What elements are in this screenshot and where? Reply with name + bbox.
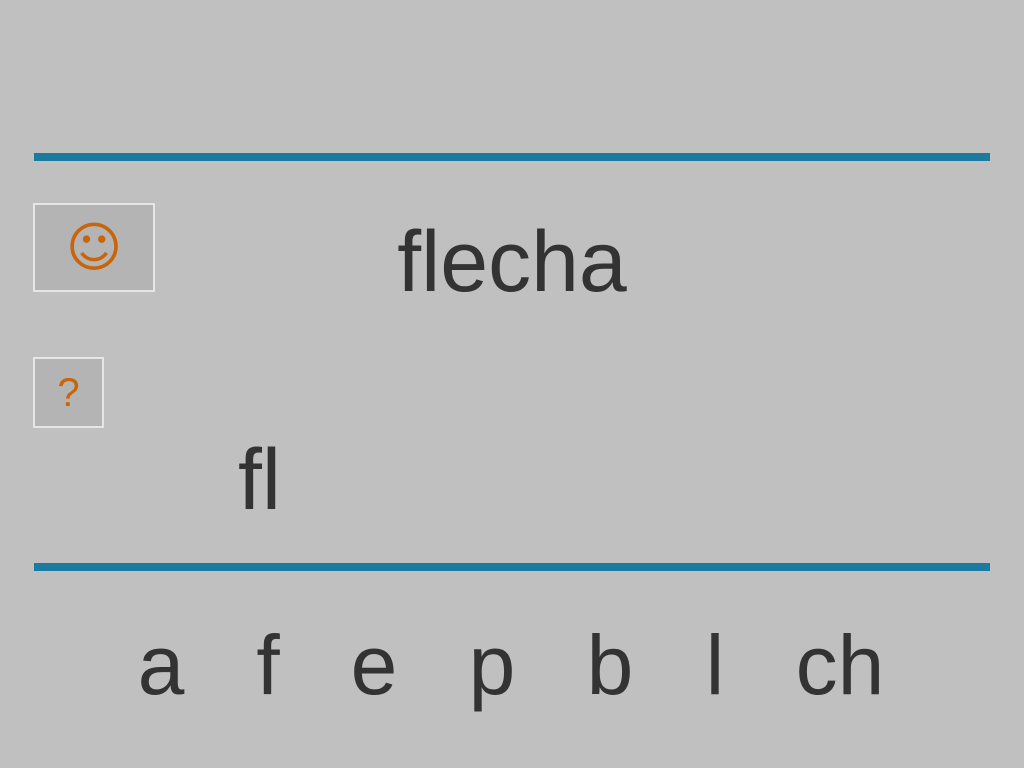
letter-tile-l[interactable]: l [655, 615, 775, 715]
letter-tile-a[interactable]: a [101, 615, 221, 715]
top-divider [34, 153, 990, 161]
letter-tile-ch[interactable]: ch [780, 615, 900, 715]
answer-text: fl [238, 432, 281, 528]
target-word: flecha [397, 214, 627, 310]
help-button[interactable]: ? [33, 357, 104, 428]
letter-tile-b[interactable]: b [550, 615, 670, 715]
question-mark-icon: ? [57, 370, 80, 415]
letter-tile-p[interactable]: p [432, 615, 552, 715]
bottom-divider [34, 563, 990, 571]
letter-tile-e[interactable]: e [314, 615, 434, 715]
letter-tile-f[interactable]: f [208, 615, 328, 715]
